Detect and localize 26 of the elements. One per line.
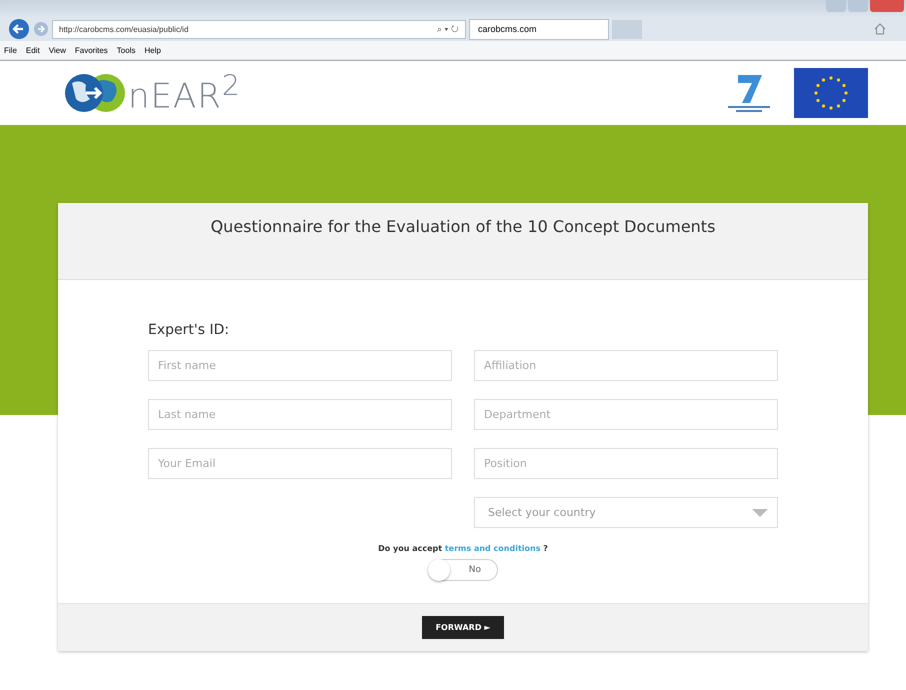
browser-tab[interactable]: carobcms.com [469,18,609,40]
caret-icon [752,508,768,516]
form-title: Questionnaire for the Evaluation of the 10 Concept Documents [210,217,716,237]
section-heading: Expert's ID: [148,322,230,338]
text-field[interactable]: Department [474,399,778,430]
home-icon[interactable] [874,23,886,35]
menu-item[interactable]: Favorites [74,46,108,54]
terms-question: Do you accept terms and conditions ? [377,544,549,553]
forward-button[interactable]: FORWARD ► [422,616,504,639]
text-field[interactable]: First name [148,350,452,381]
text-field[interactable]: Last name [148,399,452,430]
back-icon[interactable] [8,18,30,40]
globe-logo-icon [64,72,126,113]
logo-text: nEAR$^{2}$ [128,69,241,117]
menu-item[interactable]: Edit [26,46,40,54]
eu-flag-icon [794,68,868,118]
text-field[interactable]: Affiliation [474,350,778,381]
forward-icon[interactable] [33,21,49,37]
menu-item[interactable]: Help [144,46,161,54]
toggle-switch[interactable]: No [428,559,498,581]
menu-item[interactable]: File [4,46,17,54]
text-field[interactable]: Position [474,448,778,479]
menu-item[interactable]: View [48,46,66,54]
address-bar[interactable]: http://carobcms.com/euasia/public/id ⌕ ▾ ↻ [52,20,466,38]
text-field[interactable]: Your Email [148,448,452,479]
menu-item[interactable]: Tools [116,46,136,54]
